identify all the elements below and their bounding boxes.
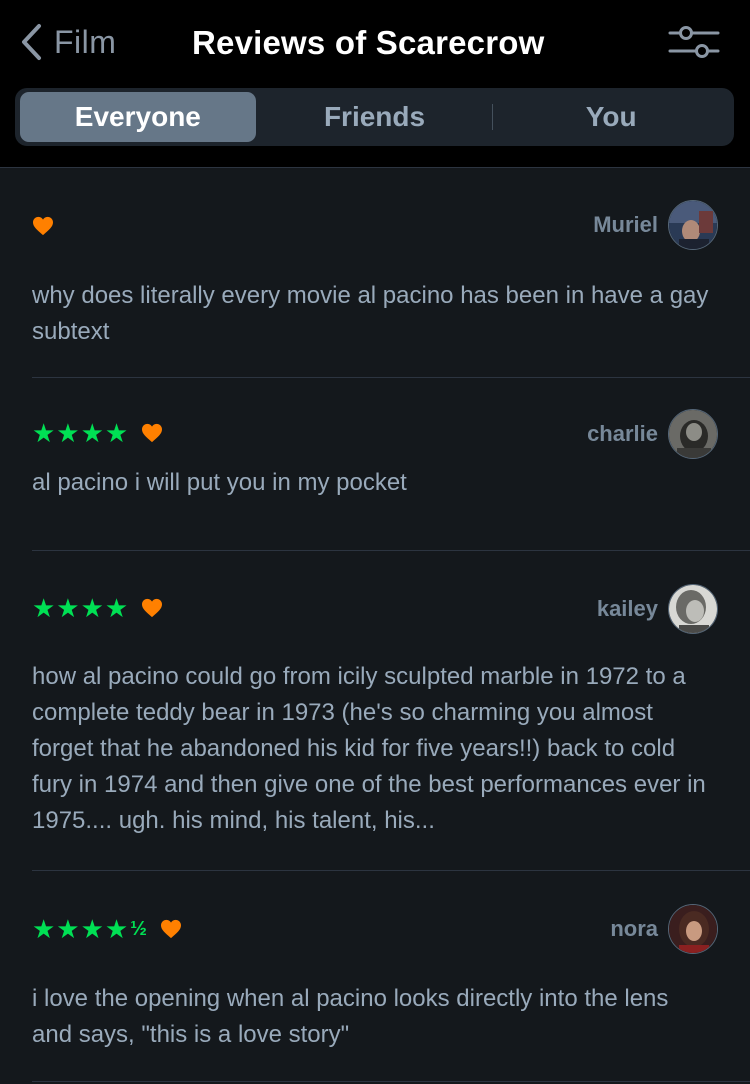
review-item[interactable]: ★★★★ kailey how al pacino could go from … [32,551,750,871]
avatar[interactable] [668,409,718,459]
tab-friends[interactable]: Friends [257,92,493,142]
navigation-bar: Film Reviews of Scarecrow [0,0,750,88]
review-text[interactable]: i love the opening when al pacino looks … [32,981,710,1053]
liked-heart-icon [141,423,163,443]
avatar[interactable] [668,904,718,954]
review-item[interactable]: Muriel why does literally every movie al… [32,168,750,378]
review-list: Muriel why does literally every movie al… [0,168,750,1082]
star-rating: ★★★★ [32,593,130,623]
tab-you[interactable]: You [493,92,729,142]
author-name: charlie [587,421,658,446]
back-button[interactable]: Film [18,22,116,62]
top-bar: Film Reviews of Scarecrow Everyone Frien… [0,0,750,168]
star-rating: ★★★★ ½ [32,914,148,944]
review-text[interactable]: how al pacino could go from icily sculpt… [32,659,710,839]
review-text[interactable]: al pacino i will put you in my pocket [32,465,710,501]
review-author[interactable]: kailey [597,584,718,634]
audience-segmented-control: Everyone Friends You [15,88,734,146]
avatar[interactable] [668,584,718,634]
review-author[interactable]: charlie [587,409,718,459]
avatar[interactable] [668,200,718,250]
author-name: kailey [596,596,658,621]
tab-everyone[interactable]: Everyone [20,92,256,142]
liked-heart-icon [160,919,182,939]
liked-heart-icon [141,598,163,618]
star-rating: ★★★★ [32,418,130,448]
liked-heart-icon [32,216,54,236]
review-author[interactable]: nora [610,904,718,954]
author-name: Muriel [593,212,658,237]
back-label: Film [54,23,117,60]
page-title: Reviews of Scarecrow [192,24,545,61]
chevron-left-icon [18,22,44,62]
review-item[interactable]: ★★★★ ½ nora i love the opening when al pa… [32,871,750,1082]
review-item[interactable]: ★★★★ charlie al pacino i will put you in… [32,378,750,551]
review-author[interactable]: Muriel [593,200,718,250]
author-name: nora [610,916,658,941]
filter-sliders-icon[interactable] [668,22,720,62]
review-text[interactable]: why does literally every movie al pacino… [32,278,710,350]
